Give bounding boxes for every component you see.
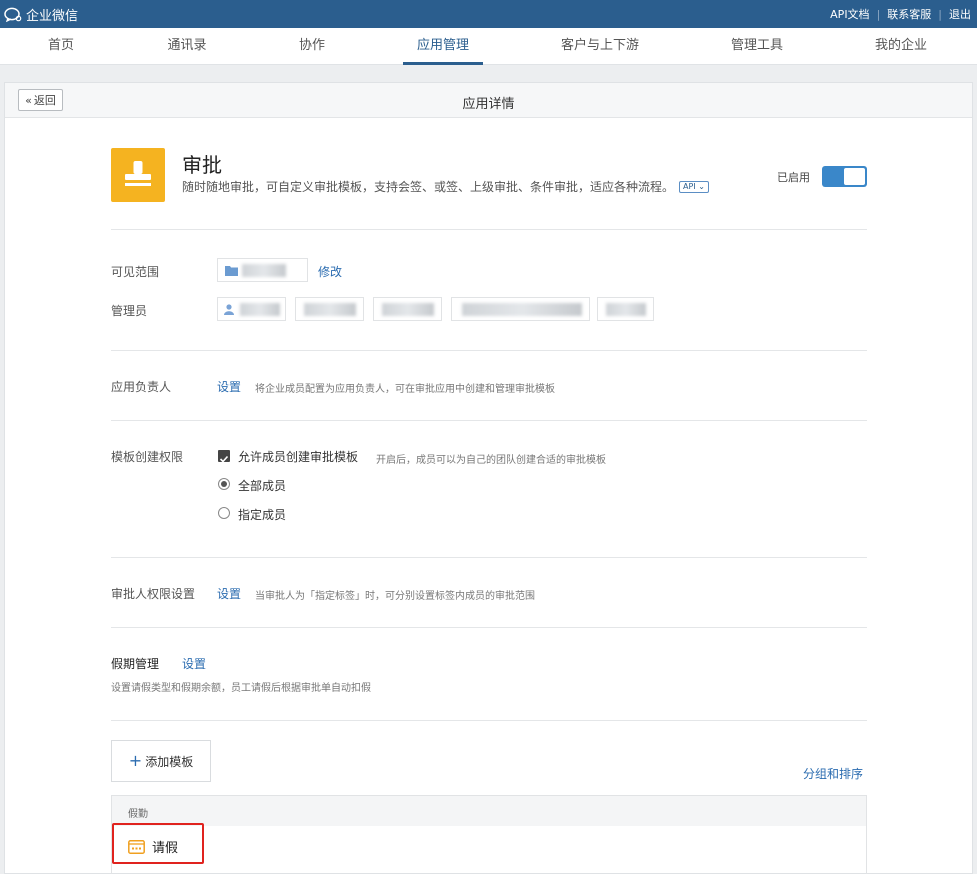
app-owner-label: 应用负责人 (111, 380, 172, 394)
approver-permission-hint: 当审批人为「指定标签」时，可分别设置标签内成员的审批范围 (255, 591, 535, 602)
divider (111, 420, 867, 421)
add-template-label: 添加模板 (145, 754, 194, 769)
nav-customers[interactable]: 客户与上下游 (561, 28, 639, 65)
leave-management-title: 假期管理 (111, 657, 160, 671)
top-bar: 企业微信 API文档 | 联系客服 | 退出 (0, 0, 977, 28)
admin-chip (451, 297, 590, 321)
allow-members-label[interactable]: 允许成员创建审批模板 (238, 448, 358, 465)
redacted-text (606, 303, 646, 316)
app-description-text: 随时随地审批，可自定义审批模板，支持会签、或签、上级审批、条件审批，适应各种流程… (182, 180, 675, 194)
template-category-label: 假勤 (128, 809, 148, 820)
folder-icon (225, 266, 238, 276)
nav-app-management[interactable]: 应用管理 (402, 28, 484, 65)
api-tag-label: API (683, 181, 696, 191)
main-nav: 首页 通讯录 协作 应用管理 客户与上下游 管理工具 我的企业 (0, 28, 977, 65)
edit-scope-link[interactable]: 修改 (318, 263, 342, 280)
app-logo[interactable]: 企业微信 (4, 5, 78, 24)
redacted-text (304, 303, 356, 316)
app-name: 审批 (182, 153, 222, 177)
link-separator: | (876, 7, 881, 21)
set-leave-link[interactable]: 设置 (182, 655, 206, 672)
enable-toggle[interactable] (822, 166, 867, 187)
divider (111, 229, 867, 230)
person-icon (224, 304, 234, 315)
plus-icon: + (128, 751, 143, 770)
template-category-header: 假勤 (112, 796, 866, 826)
admin-chip (217, 297, 286, 321)
logo-text: 企业微信 (26, 9, 79, 24)
set-app-owner-link[interactable]: 设置 (217, 378, 241, 395)
all-members-radio[interactable] (218, 478, 230, 490)
specific-members-radio[interactable] (218, 507, 230, 519)
wecom-logo-icon (4, 7, 22, 22)
divider (111, 627, 867, 628)
visible-scope-chip (217, 258, 308, 282)
all-members-label[interactable]: 全部成员 (238, 477, 286, 494)
divider (111, 557, 867, 558)
redacted-text (240, 303, 280, 316)
specific-members-label[interactable]: 指定成员 (238, 506, 286, 523)
admins-label: 管理员 (111, 304, 148, 318)
allow-members-checkbox[interactable] (218, 450, 230, 463)
checkmark-icon (219, 455, 229, 463)
nav-contacts[interactable]: 通讯录 (167, 28, 206, 65)
divider (111, 350, 867, 351)
page-title: 应用详情 (462, 97, 515, 112)
redacted-text (382, 303, 434, 316)
highlight-box (112, 823, 204, 864)
logout-link[interactable]: 退出 (949, 6, 971, 22)
nav-management-tools[interactable]: 管理工具 (731, 28, 783, 65)
nav-collaboration[interactable]: 协作 (299, 28, 325, 65)
divider (111, 720, 867, 721)
contact-support-link[interactable]: 联系客服 (887, 6, 931, 22)
admin-chip (597, 297, 654, 321)
app-detail-panel: « 返回 应用详情 审批 随时随地审批，可自定义审批模板，支持会签、或签、上级审… (4, 82, 973, 874)
app-description: 随时随地审批，可自定义审批模板，支持会签、或签、上级审批、条件审批，适应各种流程… (182, 178, 709, 195)
visible-scope-label: 可见范围 (111, 265, 160, 279)
api-tag[interactable]: API ⌄ (679, 180, 709, 193)
template-permission-label: 模板创建权限 (111, 450, 184, 464)
api-docs-link[interactable]: API文档 (830, 6, 869, 22)
template-list: 假勤 请假 (111, 795, 867, 874)
nav-my-company[interactable]: 我的企业 (875, 28, 927, 65)
status-label: 已启用 (777, 171, 810, 184)
stamp-icon (111, 148, 165, 202)
app-owner-hint: 将企业成员配置为应用负责人，可在审批应用中创建和管理审批模板 (255, 384, 555, 395)
admin-chip (373, 297, 442, 321)
link-separator: | (938, 7, 942, 21)
admin-chip (295, 297, 364, 321)
redacted-text (462, 303, 582, 316)
nav-home[interactable]: 首页 (48, 28, 74, 65)
allow-members-hint: 开启后，成员可以为自己的团队创建合适的审批模板 (376, 455, 606, 466)
set-approver-permission-link[interactable]: 设置 (217, 585, 241, 602)
toggle-knob (844, 168, 865, 185)
leave-management-hint: 设置请假类型和假期余额，员工请假后根据审批单自动扣假 (111, 683, 371, 694)
panel-header: « 返回 应用详情 (5, 83, 972, 118)
add-template-button[interactable]: + 添加模板 (111, 740, 211, 782)
approver-permission-label: 审批人权限设置 (111, 587, 196, 601)
top-links: API文档 | 联系客服 | 退出 (830, 6, 971, 22)
redacted-text (242, 264, 286, 277)
group-sort-link[interactable]: 分组和排序 (803, 765, 863, 782)
